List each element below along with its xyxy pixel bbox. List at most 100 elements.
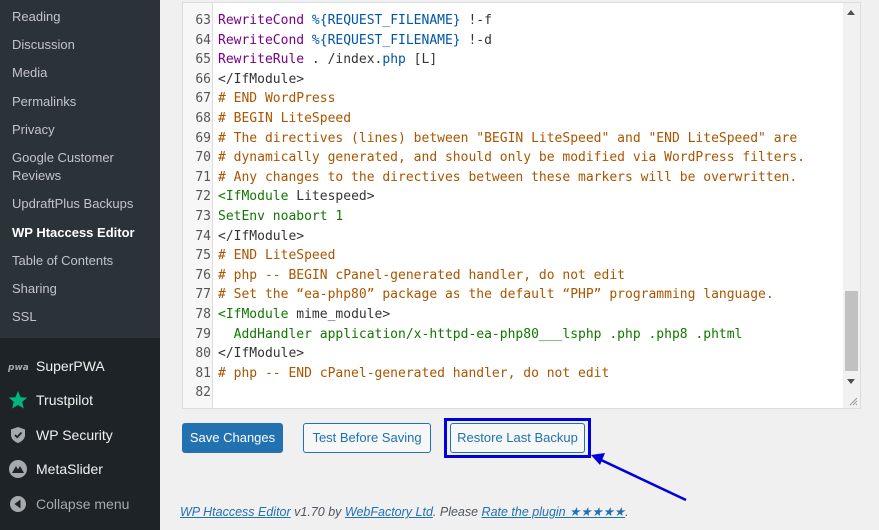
line-number: 73	[195, 209, 211, 224]
code-line[interactable]: RewriteRule . /index.php [L]	[218, 50, 437, 69]
line-number: 70	[195, 150, 211, 166]
menu-item-trustpilot[interactable]: Trustpilot	[0, 383, 160, 417]
code-token: # php -- END cPanel-generated handler, d…	[218, 365, 610, 381]
code-line[interactable]: # The directives (lines) between "BEGIN …	[218, 129, 797, 148]
code-token: # Set the “ea-php80” package as the defa…	[218, 287, 774, 303]
test-before-saving-button[interactable]: Test Before Saving	[303, 423, 431, 453]
line-number: 79	[195, 326, 211, 342]
line-number: 78	[195, 307, 211, 322]
menu-item-label: MetaSlider	[36, 461, 103, 477]
save-changes-button[interactable]: Save Changes	[182, 423, 283, 453]
scrollbar-thumb[interactable]	[845, 291, 858, 371]
code-token: </IfModule>	[218, 71, 305, 87]
code-token: Litespeed>	[296, 189, 375, 205]
rate-plugin-link[interactable]: Rate the plugin ★★★★★	[482, 505, 626, 519]
code-token: # END WordPress	[218, 91, 336, 107]
menu-item-superpwa[interactable]: pwa SuperPWA	[0, 349, 160, 383]
line-number: 75	[195, 248, 211, 264]
code-token: # END LiteSpeed	[218, 248, 336, 264]
editor-scrollbar[interactable]	[843, 3, 860, 408]
plugin-name-link[interactable]: WP Htaccess Editor	[180, 505, 291, 519]
menu-item-label: WP Security	[36, 427, 113, 443]
line-number: 63	[195, 13, 211, 28]
line-number: 65	[195, 52, 211, 68]
code-line[interactable]: # Set the “ea-php80” package as the defa…	[218, 285, 774, 304]
superpwa-icon: pwa	[0, 360, 36, 372]
code-token: [L]	[405, 52, 438, 68]
code-token: mime_module>	[296, 307, 391, 322]
code-token: </IfModule>	[218, 228, 305, 244]
code-token: # The directives (lines) between "BEGIN …	[218, 130, 798, 146]
code-token: SetEnv noabort 1	[218, 209, 344, 224]
code-token: </IfModule>	[218, 346, 305, 362]
code-line[interactable]: # END LiteSpeed	[218, 246, 335, 265]
line-number: 69	[195, 130, 211, 146]
code-token: # php -- BEGIN cPanel-generated handler,…	[218, 267, 625, 283]
code-line[interactable]: # php -- BEGIN cPanel-generated handler,…	[218, 266, 625, 285]
code-line[interactable]: </IfModule>	[218, 227, 304, 246]
code-line[interactable]: # BEGIN LiteSpeed	[218, 109, 351, 128]
code-token: RewriteRule	[218, 52, 312, 68]
htaccess-code-editor[interactable]: 63 64 65 66 67 68 69 70 71 72 73 74 75 76 77 78 79 80 81 82…	[182, 2, 861, 409]
code-line[interactable]: # php -- END cPanel-generated handler, d…	[218, 364, 609, 383]
code-line[interactable]: # Any changes to the directives between …	[218, 168, 797, 187]
submenu-item-permalinks[interactable]: Permalinks	[12, 93, 152, 111]
code-line[interactable]: RewriteCond %{REQUEST_FILENAME} !-f	[218, 11, 492, 30]
submenu-item-table-of-contents[interactable]: Table of Contents	[12, 252, 152, 270]
line-number-gutter: 63 64 65 66 67 68 69 70 71 72 73 74 75 76 77 78 79 80 81 82	[183, 3, 213, 408]
code-line[interactable]: # END WordPress	[218, 89, 335, 108]
line-number: 82	[195, 385, 211, 401]
submenu-item-media[interactable]: Media	[12, 64, 152, 82]
submenu-item-privacy[interactable]: Privacy	[12, 121, 152, 139]
code-line[interactable]: <IfModule mime_module>	[218, 305, 390, 324]
menu-item-wp-security[interactable]: WP Security	[0, 418, 160, 452]
footer-end-text: .	[625, 505, 629, 519]
footer-please-text: . Please	[432, 505, 482, 519]
scroll-up-arrow-icon[interactable]	[847, 10, 855, 15]
collapse-menu-button[interactable]: Collapse menu	[0, 487, 160, 521]
code-token: # Any changes to the directives between …	[218, 169, 798, 185]
submenu-item-updraftplus-backups[interactable]: UpdraftPlus Backups	[12, 195, 152, 213]
submenu-item-sharing[interactable]: Sharing	[12, 280, 152, 298]
submenu-item-ssl[interactable]: SSL	[12, 308, 152, 326]
plugin-footer: WP Htaccess Editor v1.70 by WebFactory L…	[180, 504, 629, 519]
submenu-item-reading[interactable]: Reading	[12, 8, 152, 26]
code-token: RewriteCond	[218, 13, 312, 28]
code-token: AddHandler application/x-httpd-ea-php80_…	[218, 326, 743, 342]
resize-grip-icon[interactable]	[848, 396, 858, 406]
code-line[interactable]: </IfModule>	[218, 344, 304, 363]
code-token: %{REQUEST_FILENAME}	[311, 32, 461, 48]
menu-item-metaslider[interactable]: MetaSlider	[0, 452, 160, 486]
settings-submenu: Reading Discussion Media Permalinks Priv…	[0, 0, 160, 338]
code-line[interactable]: <IfModule Litespeed>	[218, 187, 375, 206]
collapse-icon	[0, 495, 36, 513]
annotation-arrow-icon	[591, 453, 687, 502]
menu-item-label: SuperPWA	[36, 358, 105, 374]
scroll-down-arrow-icon[interactable]	[847, 379, 855, 384]
code-token: %{REQUEST_FILENAME}	[311, 13, 461, 28]
code-token: <IfModule	[218, 307, 297, 322]
line-number: 80	[195, 346, 211, 362]
code-token: # BEGIN LiteSpeed	[218, 111, 352, 126]
submenu-item-google-customer-reviews[interactable]: Google Customer Reviews	[12, 149, 152, 185]
code-line[interactable]: </IfModule>	[218, 70, 304, 89]
code-line[interactable]: # dynamically generated, and should only…	[218, 148, 805, 167]
submenu-item-discussion[interactable]: Discussion	[12, 36, 152, 54]
code-line[interactable]: RewriteCond %{REQUEST_FILENAME} !-d	[218, 31, 492, 50]
code-line[interactable]: AddHandler application/x-httpd-ea-php80_…	[218, 325, 743, 344]
line-number: 67	[195, 91, 211, 107]
line-number: 68	[195, 111, 211, 126]
line-number: 64	[195, 32, 211, 48]
code-token: . /index.	[311, 52, 383, 68]
admin-sidebar: Reading Discussion Media Permalinks Priv…	[0, 0, 160, 530]
metaslider-icon	[0, 459, 36, 479]
shield-icon	[0, 426, 36, 444]
submenu-item-wp-htaccess-editor[interactable]: WP Htaccess Editor	[12, 224, 152, 242]
line-number: 81	[195, 365, 211, 381]
code-line[interactable]: SetEnv noabort 1	[218, 207, 343, 226]
restore-last-backup-button[interactable]: Restore Last Backup	[450, 423, 585, 453]
company-link[interactable]: WebFactory Ltd	[345, 505, 433, 519]
code-token: RewriteCond	[218, 32, 312, 48]
code-token: <IfModule	[218, 189, 297, 205]
code-token: !-f	[460, 13, 492, 28]
